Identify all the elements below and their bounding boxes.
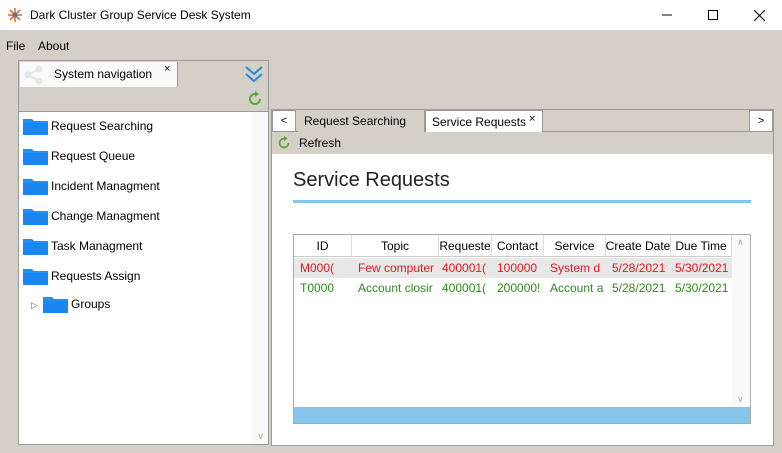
tab-label: Service Requests xyxy=(432,115,527,129)
cell-service: System d xyxy=(550,261,601,275)
cell-due-time: 5/30/2021 xyxy=(675,261,729,275)
close-icon xyxy=(753,9,765,21)
nav-tab-label: System navigation xyxy=(54,67,153,81)
cell-id: M000( xyxy=(300,261,335,275)
sidebar-item-label: Groups xyxy=(71,297,111,311)
nav-tab-close-button[interactable]: × xyxy=(164,63,170,75)
chevron-double-down-icon[interactable] xyxy=(243,64,265,84)
sidebar-item-incident-managment[interactable]: Incident Managment xyxy=(23,175,160,197)
tab-request-searching[interactable]: Request Searching xyxy=(298,110,425,132)
grid-footer-bar xyxy=(294,407,750,423)
service-requests-grid: ID Topic Requeste Contact Service Create… xyxy=(293,234,751,424)
cell-contact: 200000! xyxy=(497,281,541,295)
column-header-due-time[interactable]: Due Time xyxy=(671,235,732,257)
sidebar-item-request-queue[interactable]: Request Queue xyxy=(23,145,135,167)
doc-content: Service Requests ID Topic Requeste Conta… xyxy=(272,154,773,445)
tab-close-button[interactable]: × xyxy=(529,113,535,125)
folder-icon xyxy=(23,149,48,165)
close-button[interactable] xyxy=(736,0,782,30)
refresh-icon[interactable] xyxy=(246,90,264,108)
table-row[interactable]: M000( Few computer 400001( 100000 System… xyxy=(294,258,732,278)
folder-icon xyxy=(23,119,48,135)
document-area: < Request Searching Service Requests × >… xyxy=(271,109,774,446)
refresh-icon[interactable] xyxy=(276,135,292,151)
tab-system-navigation[interactable]: System navigation × xyxy=(20,62,178,88)
scroll-up-icon[interactable]: ∧ xyxy=(737,237,744,248)
nav-toolbar xyxy=(18,87,269,111)
column-header-topic[interactable]: Topic xyxy=(352,235,439,257)
share-icon xyxy=(24,65,43,85)
cell-requester: 400001( xyxy=(442,261,487,275)
sidebar-item-label: Request Searching xyxy=(51,119,154,133)
folder-icon xyxy=(23,269,48,285)
folder-icon xyxy=(23,209,48,225)
scroll-down-icon[interactable]: ∨ xyxy=(737,394,744,405)
menu-file[interactable]: File xyxy=(6,39,25,53)
sidebar-item-label: Task Managment xyxy=(51,239,143,253)
maximize-button[interactable] xyxy=(690,0,736,30)
tab-service-requests[interactable]: Service Requests × xyxy=(425,110,543,132)
column-header-requester[interactable]: Requeste xyxy=(439,235,492,257)
cell-topic: Few computer xyxy=(358,261,435,275)
folder-icon xyxy=(43,297,68,313)
column-header-create-date[interactable]: Create Date xyxy=(606,235,671,257)
cell-service: Account a xyxy=(550,281,604,295)
sidebar-item-label: Incident Managment xyxy=(51,179,160,193)
expand-arrow-icon[interactable]: ▷ xyxy=(31,300,38,311)
refresh-button[interactable]: Refresh xyxy=(299,136,341,150)
cell-create-date: 5/28/2021 xyxy=(612,281,666,295)
grid-header: ID Topic Requeste Contact Service Create… xyxy=(294,235,732,257)
sidebar-item-change-managment[interactable]: Change Managment xyxy=(23,205,160,227)
nav-scrollbar[interactable]: ∨ xyxy=(251,112,268,444)
tab-scroll-left-button[interactable]: < xyxy=(272,110,296,132)
sidebar-item-request-searching[interactable]: Request Searching xyxy=(23,115,153,137)
cell-contact: 100000 xyxy=(497,261,538,275)
column-header-id[interactable]: ID xyxy=(294,235,352,257)
scroll-down-icon[interactable]: ∨ xyxy=(257,431,264,442)
folder-icon xyxy=(23,179,48,195)
cell-create-date: 5/28/2021 xyxy=(612,261,666,275)
folder-icon xyxy=(23,239,48,255)
minimize-icon xyxy=(662,14,672,16)
nav-tabstrip: System navigation × xyxy=(18,60,269,88)
doc-tabstrip: < Request Searching Service Requests × > xyxy=(272,110,773,132)
navigation-pane: System navigation × Request Searching Re… xyxy=(18,60,269,445)
grid-scrollbar[interactable]: ∧ ∨ xyxy=(732,235,750,407)
nav-tree: Request Searching Request Queue Incident… xyxy=(18,111,269,445)
cell-id: T0000 xyxy=(300,281,335,295)
cell-due-time: 5/30/2021 xyxy=(675,281,729,295)
table-row[interactable]: T0000 Account closir 400001( 200000! Acc… xyxy=(294,278,732,298)
sidebar-item-requests-assign[interactable]: Requests Assign xyxy=(23,265,140,287)
page-title: Service Requests xyxy=(293,169,450,191)
title-bar: Dark Cluster Group Service Desk System xyxy=(0,0,782,30)
sidebar-item-label: Change Managment xyxy=(51,209,160,223)
title-divider xyxy=(293,200,751,203)
sidebar-item-label: Request Queue xyxy=(51,149,136,163)
app-icon xyxy=(8,8,22,22)
column-header-service[interactable]: Service xyxy=(544,235,606,257)
cell-topic: Account closir xyxy=(358,281,433,295)
doc-toolbar: Refresh xyxy=(272,132,773,154)
sidebar-item-groups[interactable]: Groups xyxy=(43,293,110,315)
menu-bar: File About xyxy=(0,36,782,56)
tab-scroll-right-button[interactable]: > xyxy=(749,110,773,132)
sidebar-item-task-managment[interactable]: Task Managment xyxy=(23,235,142,257)
window-title: Dark Cluster Group Service Desk System xyxy=(30,8,251,22)
sidebar-item-label: Requests Assign xyxy=(51,269,141,283)
maximize-icon xyxy=(708,10,718,20)
minimize-button[interactable] xyxy=(644,0,690,30)
tab-label: Request Searching xyxy=(304,114,407,128)
menu-about[interactable]: About xyxy=(38,39,69,53)
cell-requester: 400001( xyxy=(442,281,487,295)
column-header-contact[interactable]: Contact xyxy=(492,235,544,257)
